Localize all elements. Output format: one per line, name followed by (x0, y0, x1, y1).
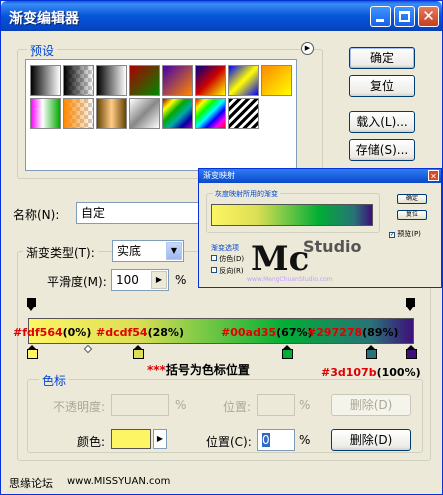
minimize-icon (376, 19, 384, 22)
presets-list[interactable] (25, 59, 297, 171)
stop4-annotation: #297278(89%) (307, 326, 399, 339)
logo-text: Mc (251, 239, 310, 279)
opacity-location-unit: % (299, 398, 311, 412)
preset-swatch[interactable] (96, 98, 127, 129)
forum-url: www.MISSYUAN.com (67, 476, 171, 487)
window-title: 渐变编辑器 (9, 11, 79, 27)
gradient-options-label: 渐变选项 (211, 244, 239, 252)
gradient-type-select[interactable]: 实底 ▼ (112, 240, 184, 262)
close-icon[interactable]: ✕ (428, 170, 439, 181)
dither-checkbox[interactable]: 仿色(D) (211, 254, 244, 264)
color-swatch[interactable] (111, 429, 151, 449)
preset-swatch[interactable] (96, 65, 127, 96)
ok-button[interactable]: 确定 (349, 47, 415, 69)
opacity-input (111, 394, 169, 416)
position-note: ***括号为色标位置 (147, 363, 250, 377)
gradient-map-dialog: 渐变映射 ✕ 灰度映射所用的渐变 确定 复位 ✓ 预览(P) 渐变选项 仿色(D… (198, 168, 442, 288)
gradient-map-reset-button[interactable]: 复位 (397, 210, 427, 220)
gradient-type-value: 实底 (117, 244, 142, 258)
reverse-checkbox[interactable]: 反向(R) (211, 266, 244, 276)
preset-swatch[interactable] (261, 65, 292, 96)
opacity-location-input (257, 394, 295, 416)
preset-swatch[interactable] (30, 98, 61, 129)
preset-swatch[interactable] (162, 98, 193, 129)
delete-opacity-stop-button: 删除(D) (331, 394, 411, 416)
smoothness-input[interactable]: 100 ▶ (111, 269, 169, 291)
maximize-button[interactable] (394, 6, 415, 27)
preset-swatch[interactable] (129, 65, 160, 96)
maximize-icon (399, 11, 410, 22)
preset-swatch[interactable] (228, 65, 259, 96)
save-button[interactable]: 存储(S)... (349, 139, 415, 161)
color-stop[interactable] (366, 345, 377, 359)
forum-name: 思缘论坛 (9, 477, 53, 490)
opacity-stop[interactable] (27, 298, 36, 312)
preset-swatch[interactable] (63, 65, 94, 96)
minimize-button[interactable] (370, 6, 391, 27)
preset-swatch[interactable] (195, 98, 226, 129)
reset-button[interactable]: 复位 (349, 75, 415, 97)
chevron-down-icon[interactable]: ▼ (166, 242, 182, 260)
gradient-editor-window: 渐变编辑器 ✕ 预设 ▶ 确定 复位 载入(L)... 存储(S)... 名称(… (0, 0, 443, 495)
gradient-map-preview[interactable] (211, 204, 373, 226)
load-button[interactable]: 载入(L)... (349, 111, 415, 133)
color-label: 颜色: (77, 435, 106, 449)
smoothness-unit: % (175, 273, 187, 287)
stop3-annotation: #00ad35(67%) (221, 326, 313, 339)
location-input[interactable]: 0 (257, 429, 295, 451)
logo-studio: Studio (303, 237, 362, 256)
color-stop[interactable] (133, 345, 144, 359)
name-label: 名称(N): (13, 208, 60, 222)
delete-color-stop-button[interactable]: 删除(D) (331, 429, 411, 451)
close-button[interactable]: ✕ (418, 6, 439, 27)
smoothness-value: 100 (116, 273, 139, 287)
logo-url: www.MengChuanStudio.com (247, 276, 333, 283)
preset-swatch[interactable] (63, 98, 94, 129)
preset-swatch[interactable] (228, 98, 259, 129)
preset-swatch[interactable] (30, 65, 61, 96)
smoothness-label: 平滑度(M): (47, 275, 107, 289)
preset-swatch[interactable] (129, 98, 160, 129)
opacity-location-label: 位置: (223, 400, 252, 414)
opacity-unit: % (175, 398, 187, 412)
opacity-label: 不透明度: (53, 400, 106, 414)
color-stop[interactable] (406, 345, 417, 359)
stop2-annotation: #dcdf54(28%) (96, 326, 184, 339)
title-bar[interactable]: 渐变编辑器 ✕ (1, 1, 442, 31)
gradient-map-group-label: 灰度映射所用的渐变 (213, 189, 280, 199)
preset-swatch[interactable] (195, 65, 226, 96)
location-unit: % (299, 433, 311, 447)
color-stop[interactable] (27, 345, 38, 359)
color-stops-label: 色标 (39, 372, 70, 389)
color-stop[interactable] (282, 345, 293, 359)
name-input[interactable]: 自定 (76, 202, 206, 224)
gradient-map-title: 渐变映射 (199, 169, 441, 183)
gradient-map-ok-button[interactable]: 确定 (397, 194, 427, 204)
arrow-right-icon[interactable]: ▶ (153, 429, 167, 449)
close-icon: ✕ (422, 7, 435, 25)
preset-swatch[interactable] (162, 65, 193, 96)
preview-checkbox[interactable]: ✓ 预览(P) (389, 229, 421, 239)
gradient-type-label: 渐变类型(T): (23, 244, 98, 261)
stop1-annotation: #fdf564(0%) (13, 326, 92, 339)
opacity-stop[interactable] (406, 298, 415, 312)
arrow-right-icon[interactable]: ▶ (151, 271, 167, 289)
stop5-annotation: #3d107b(100%) (321, 366, 421, 379)
arrow-right-icon[interactable]: ▶ (301, 42, 314, 55)
presets-label: 预设 (27, 42, 58, 59)
location-label: 位置(C): (206, 435, 252, 449)
location-value: 0 (262, 433, 270, 447)
